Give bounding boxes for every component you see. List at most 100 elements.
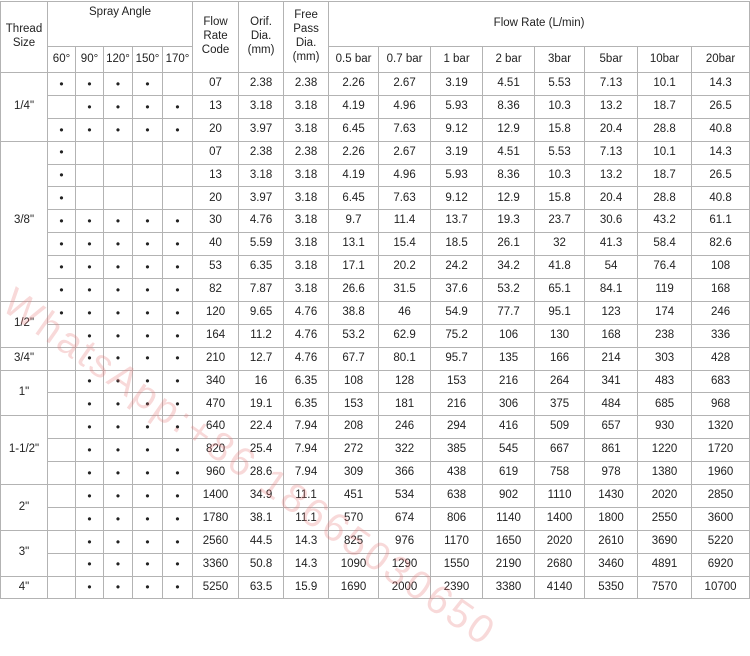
flow-rate-cell: 438 <box>430 461 484 486</box>
flow-rate-cell: 26.5 <box>691 163 750 188</box>
flow-rate-cell: 7570 <box>637 575 693 600</box>
flow-rate-cell: 1140 <box>482 506 536 531</box>
table-row: 4" • • • • 5250 63.5 15.9 1690 2000 2390 3380 4140 53… <box>0 575 750 600</box>
header-text: Orif. <box>250 16 272 29</box>
flow-rate-cell: 15.4 <box>378 232 432 257</box>
flow-rate-cell: 95.7 <box>430 346 484 371</box>
flow-rate-cell: 428 <box>691 346 750 371</box>
flow-rate-cell: 46 <box>378 300 432 325</box>
flow-rate-cell: 1090 <box>328 552 380 577</box>
header-text: Free <box>294 9 318 22</box>
flow-rate-code-cell: 82 <box>192 278 240 302</box>
table-body: 1/4" • • • • 07 2.38 2.38 2.26 2.67 3.19 4.51 5.53 7.… <box>0 72 750 600</box>
angle-available-dot: • <box>161 300 194 325</box>
header-pressure: 10bar <box>637 46 693 73</box>
angle-available-dot: • <box>75 575 104 600</box>
header-pressure: 2 bar <box>482 46 536 73</box>
thread-size-cell: 1" <box>0 369 48 417</box>
angle-available-dot: • <box>103 529 133 554</box>
flow-rate-cell: 18.7 <box>637 94 693 119</box>
angle-available-dot: • <box>47 117 76 142</box>
angle-available-dot: • <box>103 300 133 325</box>
angle-empty-cell <box>47 392 76 417</box>
flow-rate-cell: 2550 <box>637 506 693 531</box>
flow-rate-cell: 84.1 <box>584 278 639 302</box>
flow-rate-cell: 40.8 <box>691 186 750 211</box>
flow-rate-cell: 41.8 <box>534 255 586 280</box>
flow-rate-cell: 303 <box>637 346 693 371</box>
flow-rate-cell: 18.5 <box>430 232 484 257</box>
angle-available-dot: • <box>161 94 194 119</box>
angle-empty-cell <box>75 140 104 165</box>
angle-available-dot: • <box>132 415 163 440</box>
flow-rate-cell: 61.1 <box>691 209 750 234</box>
header-pressure: 0.5 bar <box>328 46 380 73</box>
free-pass-diameter-cell: 3.18 <box>283 94 330 119</box>
flow-rate-cell: 7.63 <box>378 117 432 142</box>
flow-rate-cell: 20.4 <box>584 186 639 211</box>
orifice-diameter-cell: 38.1 <box>238 506 285 531</box>
header-free-pass-dia: Free Pass Dia. (mm) <box>283 1 330 73</box>
angle-empty-cell <box>103 163 133 188</box>
angle-available-dot: • <box>132 575 163 600</box>
angle-available-dot: • <box>103 117 133 142</box>
header-thread-size: Thread Size <box>0 1 48 73</box>
flow-rate-cell: 38.8 <box>328 300 380 325</box>
flow-rate-code-cell: 20 <box>192 186 240 211</box>
table-row: 1/4" • • • • 07 2.38 2.38 2.26 2.67 3.19 4.51 5.53 7.… <box>0 72 750 142</box>
angle-empty-cell <box>75 163 104 188</box>
flow-rate-cell: 10.1 <box>637 140 693 165</box>
angle-available-dot: • <box>47 209 76 234</box>
flow-rate-cell: 2390 <box>430 575 484 600</box>
table-row: • • • • • 82 7.87 3.18 26.6 31.5 37.6 53.2 65.1 84.1 1… <box>1 278 750 302</box>
free-pass-diameter-cell: 3.18 <box>283 232 330 257</box>
header-text: Rate <box>203 30 228 43</box>
flow-rate-cell: 451 <box>328 484 380 508</box>
header-size-line: Size <box>12 37 36 49</box>
table-row: 1" • • • • 340 16 6.35 108 128 153 216 264 341 483 683 <box>0 369 750 417</box>
free-pass-diameter-cell: 3.18 <box>283 117 330 142</box>
flow-rate-cell: 6920 <box>691 552 750 577</box>
orifice-diameter-cell: 9.65 <box>238 300 285 325</box>
orifice-diameter-cell: 3.97 <box>238 117 285 142</box>
angle-available-dot: • <box>132 529 163 554</box>
angle-available-dot: • <box>47 186 76 211</box>
table-row: • • • • • 30 4.76 3.18 9.7 11.4 13.7 19.3 23.7 30.6 43… <box>1 209 750 234</box>
flow-rate-cell: 3600 <box>691 506 750 531</box>
angle-available-dot: • <box>75 461 104 486</box>
subheader-row: 60° 90° 120° 150° 170° 0.5 bar 0.7 bar 1 bar 2 b… <box>1 46 750 73</box>
header-pressure: 1 bar <box>430 46 484 73</box>
flow-rate-cell: 1960 <box>691 461 750 486</box>
free-pass-diameter-cell: 4.76 <box>283 346 330 371</box>
angle-empty-cell <box>47 346 76 371</box>
thread-size-cell: 3/8" <box>0 140 48 302</box>
angle-available-dot: • <box>132 461 163 486</box>
angle-empty-cell <box>161 186 194 211</box>
angle-available-dot: • <box>161 529 194 554</box>
flow-rate-cell: 10700 <box>691 575 750 600</box>
flow-rate-code-cell: 210 <box>192 346 240 371</box>
angle-available-dot: • <box>75 323 104 348</box>
free-pass-diameter-cell: 11.1 <box>283 484 330 508</box>
flow-rate-cell: 1650 <box>482 529 536 554</box>
orifice-diameter-cell: 5.59 <box>238 232 285 257</box>
flow-rate-cell: 5.53 <box>534 72 586 96</box>
header-pressure: 20bar <box>691 46 750 73</box>
angle-empty-cell <box>75 186 104 211</box>
flow-rate-cell: 41.3 <box>584 232 639 257</box>
flow-rate-cell: 1690 <box>328 575 380 600</box>
angle-available-dot: • <box>75 346 104 371</box>
flow-rate-cell: 18.7 <box>637 163 693 188</box>
free-pass-diameter-cell: 3.18 <box>283 209 330 234</box>
table-row: • • • • • 53 6.35 3.18 17.1 20.2 24.2 34.2 41.8 54 76.… <box>1 255 750 280</box>
angle-available-dot: • <box>47 278 76 302</box>
flow-rate-cell: 14.3 <box>691 140 750 165</box>
angle-available-dot: • <box>132 72 163 96</box>
orifice-diameter-cell: 3.18 <box>238 94 285 119</box>
flow-rate-cell: 758 <box>534 461 586 486</box>
flow-rate-cell: 683 <box>691 369 750 394</box>
header-text: Code <box>201 43 230 56</box>
header-text: Pass <box>293 23 319 36</box>
thread-size-cell: 4" <box>0 575 48 600</box>
flow-rate-cell: 14.3 <box>691 72 750 96</box>
